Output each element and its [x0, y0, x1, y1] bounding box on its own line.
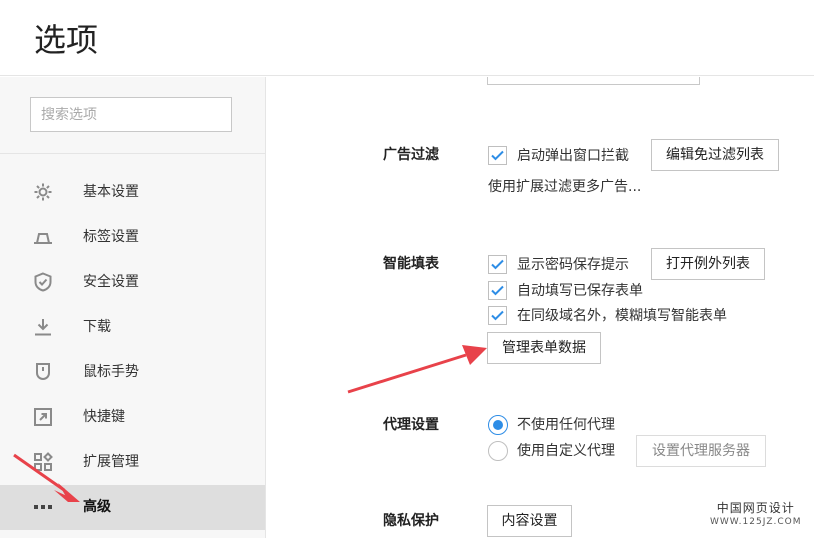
- sidebar-item-basic-settings[interactable]: 基本设置: [0, 170, 265, 215]
- watermark-name: 中国网页设计: [716, 501, 795, 515]
- autofill-section-title: 智能填表: [383, 256, 439, 272]
- no-proxy-radio[interactable]: [488, 415, 508, 435]
- extension-filter-link[interactable]: 使用扩展过滤更多广告...: [488, 177, 641, 197]
- sidebar-item-label: 高级: [83, 499, 111, 515]
- sidebar-item-download[interactable]: 下载: [0, 305, 265, 350]
- gear-icon: [33, 182, 53, 202]
- auto-fill-saved-checkbox[interactable]: [488, 281, 507, 300]
- more-dots-icon: [33, 497, 53, 517]
- search-input[interactable]: [31, 98, 231, 131]
- sidebar-item-label: 鼠标手势: [83, 364, 139, 380]
- edit-whitelist-button[interactable]: 编辑免过滤列表: [651, 139, 779, 171]
- previous-section-field: [487, 77, 700, 85]
- custom-proxy-label: 使用自定义代理: [517, 443, 615, 459]
- extensions-icon: [33, 452, 53, 472]
- auto-fill-saved-label: 自动填写已保存表单: [517, 283, 643, 299]
- ad-filter-section-title: 广告过滤: [383, 147, 439, 163]
- watermark-url: WWW.125JZ.COM: [710, 517, 802, 527]
- search-box[interactable]: [30, 97, 232, 132]
- sidebar-item-label: 下载: [83, 319, 111, 335]
- mouse-icon: [33, 362, 53, 382]
- fuzzy-fill-label: 在同级域名外，模糊填写智能表单: [517, 308, 727, 324]
- sidebar-item-mouse-gestures[interactable]: 鼠标手势: [0, 350, 265, 395]
- sidebar-item-advanced[interactable]: 高级: [0, 485, 265, 530]
- show-password-prompt-label: 显示密码保存提示: [517, 257, 629, 273]
- fuzzy-fill-checkbox[interactable]: [488, 306, 507, 325]
- options-window: 选项 基本设置 标签设置 安全设置: [0, 0, 814, 538]
- set-proxy-server-button[interactable]: 设置代理服务器: [636, 435, 766, 467]
- tab-icon: [33, 227, 53, 247]
- sidebar-item-extensions[interactable]: 扩展管理: [0, 440, 265, 485]
- sidebar-item-label: 基本设置: [83, 184, 139, 200]
- sidebar-item-security-settings[interactable]: 安全设置: [0, 260, 265, 305]
- open-exceptions-button[interactable]: 打开例外列表: [651, 248, 765, 280]
- no-proxy-label: 不使用任何代理: [517, 417, 615, 433]
- custom-proxy-radio[interactable]: [488, 441, 508, 461]
- watermark: 中国网页设计 WWW.125JZ.COM: [710, 500, 802, 528]
- show-password-prompt-checkbox[interactable]: [488, 255, 507, 274]
- sidebar-item-tab-settings[interactable]: 标签设置: [0, 215, 265, 260]
- sidebar-item-label: 标签设置: [83, 229, 139, 245]
- popup-block-checkbox[interactable]: [488, 146, 507, 165]
- proxy-section-title: 代理设置: [383, 417, 439, 433]
- download-icon: [33, 317, 53, 337]
- content-settings-button[interactable]: 内容设置: [487, 505, 572, 537]
- sidebar-item-label: 安全设置: [83, 274, 139, 290]
- sidebar-item-label: 扩展管理: [83, 454, 139, 470]
- sidebar-item-label: 快捷键: [83, 409, 125, 425]
- shield-check-icon: [33, 272, 53, 292]
- header: 选项: [0, 0, 814, 76]
- privacy-section-title: 隐私保护: [383, 513, 439, 529]
- sidebar-divider: [0, 153, 265, 154]
- sidebar: 基本设置 标签设置 安全设置 下载 鼠标手势: [0, 77, 266, 538]
- manage-form-data-button[interactable]: 管理表单数据: [487, 332, 601, 364]
- popup-block-label: 启动弹出窗口拦截: [517, 148, 629, 164]
- sidebar-item-shortcuts[interactable]: 快捷键: [0, 395, 265, 440]
- shortcut-icon: [33, 407, 53, 427]
- settings-content: 广告过滤 启动弹出窗口拦截 编辑免过滤列表 使用扩展过滤更多广告... 智能填表…: [266, 77, 814, 538]
- page-title: 选项: [34, 21, 99, 59]
